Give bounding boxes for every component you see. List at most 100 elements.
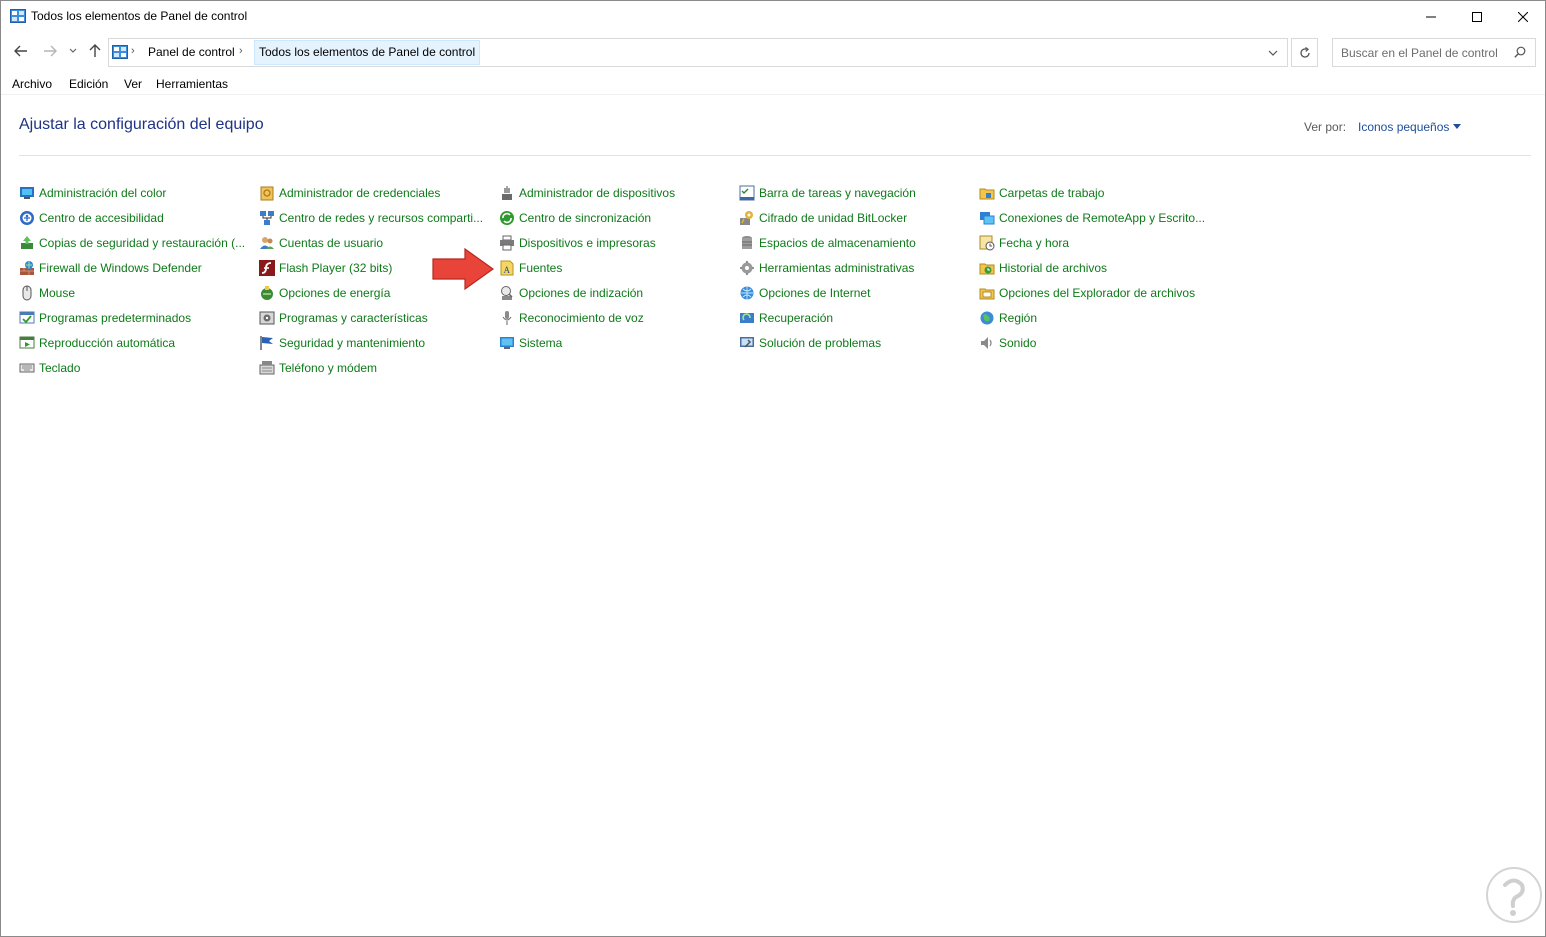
window-title: Todos los elementos de Panel de control (31, 9, 248, 23)
item-label: Flash Player (32 bits) (279, 261, 393, 275)
close-button[interactable] (1500, 1, 1545, 32)
chevron-down-icon (69, 48, 77, 53)
phone-modem-icon (259, 361, 275, 375)
item-centro-de-accesibilidad[interactable]: Centro de accesibilidad (19, 208, 164, 228)
recovery-icon (740, 313, 754, 323)
breadcrumb-separator-icon[interactable]: › (131, 45, 135, 57)
address-history-button[interactable] (1261, 39, 1285, 66)
refresh-icon (1299, 46, 1310, 58)
microphone-icon (502, 311, 512, 325)
page-title: Ajustar la configuración del equipo (19, 116, 264, 133)
breadcrumb-panel-de-control[interactable]: Panel de control (143, 41, 240, 63)
programs-icon (259, 311, 275, 325)
user-accounts-icon (260, 237, 274, 249)
menu-herramientas[interactable]: Herramientas (156, 77, 228, 91)
item-solucion-de-problemas[interactable]: Solución de problemas (739, 333, 881, 353)
item-programas-y-caracteristicas[interactable]: Programas y características (259, 308, 428, 328)
power-icon (261, 286, 273, 300)
item-label: Espacios de almacenamiento (759, 236, 916, 250)
item-label: Historial de archivos (999, 261, 1108, 275)
item-label: Administrador de credenciales (279, 186, 441, 200)
menu-ver[interactable]: Ver (124, 77, 142, 91)
item-label: Copias de seguridad y restauración (... (39, 236, 246, 250)
item-centro-de-redes-y-recursos-comparti[interactable]: Centro de redes y recursos comparti... (259, 208, 483, 228)
item-reconocimiento-de-voz[interactable]: Reconocimiento de voz (499, 308, 644, 328)
item-telefono-y-modem[interactable]: Teléfono y módem (259, 358, 377, 378)
forward-arrow-icon (44, 45, 57, 57)
taskbar-icon (739, 185, 755, 201)
item-espacios-de-almacenamiento[interactable]: Espacios de almacenamiento (739, 233, 916, 253)
color-management-icon (20, 187, 34, 199)
item-administrador-de-credenciales[interactable]: Administrador de credenciales (259, 183, 440, 203)
item-opciones-de-energia[interactable]: Opciones de energía (259, 283, 390, 303)
item-mouse[interactable]: Mouse (19, 283, 75, 303)
breadcrumb-current[interactable]: Todos los elementos de Panel de control (254, 40, 481, 65)
autoplay-icon (19, 336, 35, 349)
control-panel-icon (112, 45, 128, 59)
item-conexiones-de-remoteapp-y-escrito[interactable]: Conexiones de RemoteApp y Escrito... (979, 208, 1205, 228)
item-opciones-de-indizacion[interactable]: Opciones de indización (499, 283, 643, 303)
item-copias-de-seguridad-y-restauracion[interactable]: Copias de seguridad y restauración (... (19, 233, 245, 253)
item-label: Teclado (39, 361, 81, 375)
item-seguridad-y-mantenimiento[interactable]: Seguridad y mantenimiento (259, 333, 425, 353)
item-label: Dispositivos e impresoras (519, 236, 656, 250)
view-by-dropdown[interactable]: Iconos pequeños (1358, 120, 1449, 134)
item-fuentes[interactable]: A Fuentes (499, 258, 562, 278)
item-carpetas-de-trabajo[interactable]: Carpetas de trabajo (979, 183, 1104, 203)
item-label: Sonido (999, 336, 1037, 350)
item-label: Fecha y hora (999, 236, 1070, 250)
item-label: Herramientas administrativas (759, 261, 915, 275)
mouse-icon (22, 285, 32, 301)
menu-archivo[interactable]: Archivo (12, 77, 52, 91)
minimize-button[interactable] (1408, 1, 1454, 32)
back-button[interactable] (11, 41, 31, 61)
red-arrow-icon (432, 248, 494, 290)
network-icon (260, 211, 274, 225)
recent-locations-button[interactable] (65, 41, 81, 61)
breadcrumb-separator-icon[interactable]: › (239, 45, 243, 57)
item-teclado[interactable]: Teclado (19, 358, 80, 378)
item-opciones-de-internet[interactable]: Opciones de Internet (739, 283, 870, 303)
view-by-label: Ver por: (1304, 120, 1347, 134)
item-label: Fuentes (519, 261, 563, 275)
item-label: Opciones de energía (279, 286, 391, 300)
item-recuperacion[interactable]: Recuperación (739, 308, 833, 328)
item-flash-player-32-bits[interactable]: Flash Player (32 bits) (259, 258, 392, 278)
item-administracion-del-color[interactable]: Administración del color (19, 183, 166, 203)
item-cifrado-de-unidad-bitlocker[interactable]: Cifrado de unidad BitLocker (739, 208, 907, 228)
item-herramientas-administrativas[interactable]: Herramientas administrativas (739, 258, 914, 278)
item-label: Carpetas de trabajo (999, 186, 1105, 200)
search-input[interactable]: Buscar en el Panel de control (1332, 38, 1536, 67)
item-administrador-de-dispositivos[interactable]: Administrador de dispositivos (499, 183, 675, 203)
item-label: Opciones del Explorador de archivos (999, 286, 1196, 300)
up-button[interactable] (85, 41, 105, 61)
item-dispositivos-e-impresoras[interactable]: Dispositivos e impresoras (499, 233, 656, 253)
item-cuentas-de-usuario[interactable]: Cuentas de usuario (259, 233, 383, 253)
indexing-icon (501, 286, 513, 300)
firewall-icon (20, 261, 34, 275)
item-opciones-del-explorador-de-archivos[interactable]: Opciones del Explorador de archivos (979, 283, 1195, 303)
item-region[interactable]: Región (979, 308, 1037, 328)
menu-edicion[interactable]: Edición (69, 77, 108, 91)
minimize-icon (1426, 16, 1436, 17)
item-barra-de-tareas-y-navegacion[interactable]: Barra de tareas y navegación (739, 183, 916, 203)
item-fecha-y-hora[interactable]: Fecha y hora (979, 233, 1069, 253)
item-historial-de-archivos[interactable]: Historial de archivos (979, 258, 1107, 278)
forward-button[interactable] (40, 41, 60, 61)
item-label: Opciones de Internet (759, 286, 871, 300)
maximize-button[interactable] (1454, 1, 1500, 32)
item-reproduccion-automatica[interactable]: Reproducción automática (19, 333, 175, 353)
item-firewall-de-windows-defender[interactable]: Firewall de Windows Defender (19, 258, 202, 278)
sync-icon (500, 211, 514, 225)
item-sistema[interactable]: Sistema (499, 333, 562, 353)
item-label: Solución de problemas (759, 336, 882, 350)
item-centro-de-sincronizacion[interactable]: Centro de sincronización (499, 208, 651, 228)
address-bar[interactable]: › Panel de control › Todos los elementos… (108, 38, 1288, 67)
refresh-button[interactable] (1291, 38, 1318, 67)
item-sonido[interactable]: Sonido (979, 333, 1036, 353)
maximize-icon (1472, 11, 1482, 22)
item-programas-predeterminados[interactable]: Programas predeterminados (19, 308, 191, 328)
caret-down-icon[interactable] (1453, 124, 1461, 129)
item-label: Conexiones de RemoteApp y Escrito... (999, 211, 1206, 225)
search-icon[interactable] (1514, 46, 1526, 58)
